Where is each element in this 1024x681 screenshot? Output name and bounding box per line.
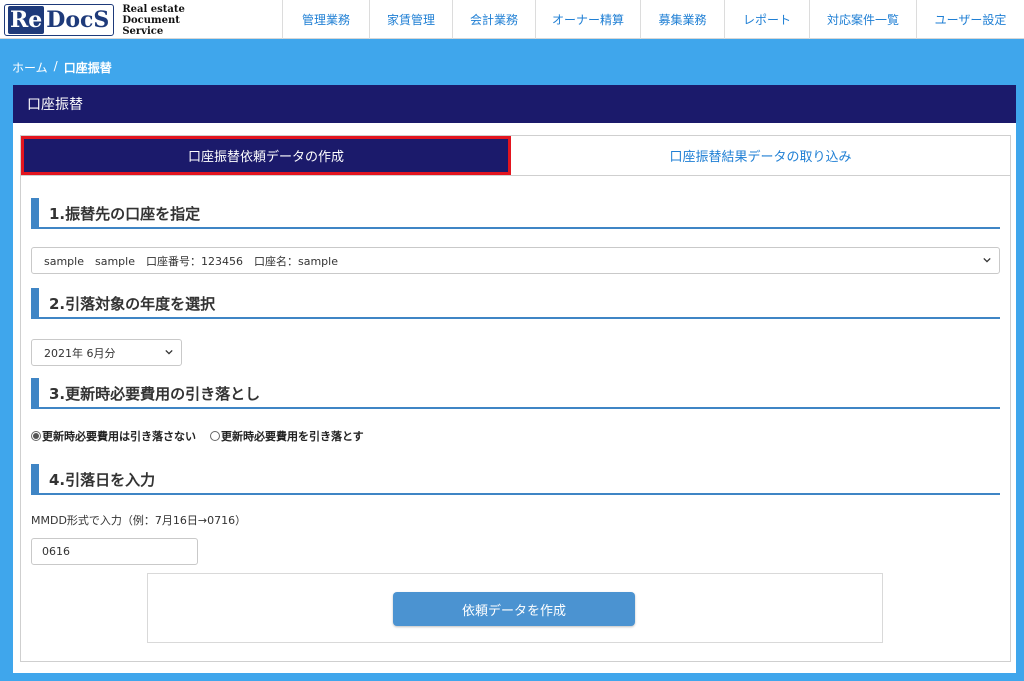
radio-checked-icon[interactable] <box>31 431 41 441</box>
heading-bar <box>31 198 39 228</box>
logo-subtitle: Real estate Document Service <box>122 4 214 37</box>
section-heading-renewal: 3.更新時必要費用の引き落とし <box>31 378 1000 409</box>
section-heading-account: 1.振替先の口座を指定 <box>31 198 1000 229</box>
panel-body: 口座振替依頼データの作成 口座振替結果データの取り込み 1.振替先の口座を指定 … <box>13 123 1016 673</box>
radio-label: 更新時必要費用を引き落とす <box>221 430 364 443</box>
logo-mark: Re DocS <box>4 4 115 36</box>
section-heading-date: 4.引落日を入力 <box>31 464 1000 495</box>
create-request-data-button[interactable]: 依頼データを作成 <box>393 592 635 626</box>
section-heading-text: 2.引落対象の年度を選択 <box>49 294 216 313</box>
radio-withdraw[interactable]: 更新時必要費用を引き落とす <box>210 428 364 444</box>
breadcrumb-current: 口座振替 <box>63 61 112 75</box>
date-format-hint: MMDD形式で入力（例：7月16日→0716） <box>31 514 247 527</box>
breadcrumb: ホーム / 口座振替 <box>12 59 112 76</box>
chevron-down-icon <box>983 257 991 263</box>
nav-item-owner-settlement[interactable]: オーナー精算 <box>535 0 640 39</box>
logo-docs-text: DocS <box>46 7 110 33</box>
logo-sub-line1: Real estate <box>122 3 185 15</box>
top-header: Re DocS Real estate Document Service 管理業… <box>0 0 1024 39</box>
tab-import-result[interactable]: 口座振替結果データの取り込み <box>511 136 1010 175</box>
logo-sub-line2: Document Service <box>122 14 180 37</box>
radio-no-withdraw[interactable]: 更新時必要費用は引き落さない <box>31 428 196 444</box>
section-heading-text: 3.更新時必要費用の引き落とし <box>49 384 261 403</box>
action-box: 依頼データを作成 <box>147 573 883 643</box>
section-heading-period: 2.引落対象の年度を選択 <box>31 288 1000 319</box>
account-select[interactable]: sample sample 口座番号：123456 口座名：sample <box>31 247 1000 274</box>
breadcrumb-home[interactable]: ホーム <box>12 59 48 76</box>
main-nav: 管理業務 家賃管理 会計業務 オーナー精算 募集業務 レポート 対応案件一覧 ユ… <box>282 0 1024 39</box>
period-select[interactable]: 2021年 6月分 <box>31 339 182 366</box>
nav-item-user-settings[interactable]: ユーザー設定 <box>916 0 1024 39</box>
radio-label: 更新時必要費用は引き落さない <box>42 430 196 443</box>
section-heading-text: 4.引落日を入力 <box>49 470 156 489</box>
radio-unchecked-icon[interactable] <box>210 431 220 441</box>
account-select-value: sample sample 口座番号：123456 口座名：sample <box>44 254 338 268</box>
withdrawal-date-input[interactable] <box>31 538 198 565</box>
renewal-radio-group: 更新時必要費用は引き落さない 更新時必要費用を引き落とす <box>31 428 364 444</box>
logo-re-text: Re <box>8 6 45 34</box>
chevron-down-icon <box>165 349 173 355</box>
heading-bar <box>31 288 39 318</box>
period-select-value: 2021年 6月分 <box>44 346 116 360</box>
logo[interactable]: Re DocS Real estate Document Service <box>4 3 214 37</box>
section-heading-text: 1.振替先の口座を指定 <box>49 204 201 223</box>
nav-item-rent[interactable]: 家賃管理 <box>369 0 452 39</box>
tab-content: 1.振替先の口座を指定 sample sample 口座番号：123456 口座… <box>20 176 1011 662</box>
breadcrumb-separator: / <box>53 59 58 73</box>
nav-item-recruitment[interactable]: 募集業務 <box>640 0 724 39</box>
heading-bar <box>31 378 39 408</box>
heading-bar <box>31 464 39 494</box>
nav-item-report[interactable]: レポート <box>724 0 809 39</box>
nav-item-accounting[interactable]: 会計業務 <box>452 0 535 39</box>
nav-item-management[interactable]: 管理業務 <box>282 0 369 39</box>
tab-create-request[interactable]: 口座振替依頼データの作成 <box>21 136 511 175</box>
tab-bar: 口座振替依頼データの作成 口座振替結果データの取り込み <box>20 135 1011 176</box>
nav-item-cases[interactable]: 対応案件一覧 <box>809 0 916 39</box>
page-title: 口座振替 <box>13 85 1016 123</box>
